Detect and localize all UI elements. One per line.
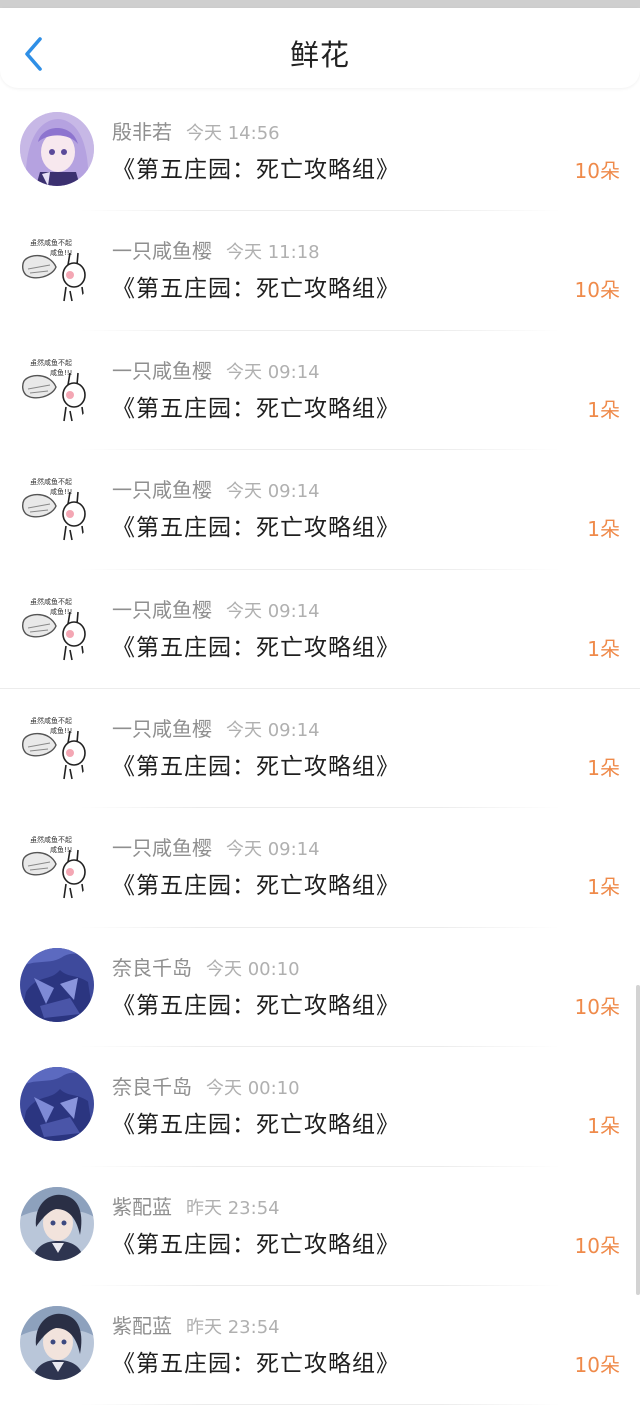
timestamp: 今天 09:14 (226, 361, 320, 383)
book-title[interactable]: 《第五庄园：死亡攻略组》 (112, 269, 400, 303)
timestamp: 今天 00:10 (206, 958, 300, 980)
book-title[interactable]: 《第五庄园：死亡攻略组》 (112, 747, 400, 781)
user-name: 一只咸鱼樱 今天 09:14 (112, 597, 320, 622)
avatar[interactable]: 虽然咸鱼不起 咸鱼!!! (20, 828, 94, 903)
book-title[interactable]: 《第五庄园：死亡攻略组》 (112, 150, 400, 184)
flower-count: 10朵 (574, 1352, 620, 1377)
flower-record-row[interactable]: 虽然咸鱼不起 咸鱼!!! 一只咸鱼樱 今天 09:14 《第五庄园：死亡攻略组》 1朵 (0, 570, 640, 690)
flower-count: 10朵 (574, 278, 620, 303)
book-title[interactable]: 《第五庄园：死亡攻略组》 (112, 389, 400, 423)
flower-count: 10朵 (574, 1233, 620, 1258)
avatar[interactable] (20, 112, 94, 186)
svg-text:虽然咸鱼不起: 虽然咸鱼不起 (30, 477, 72, 486)
book-title[interactable]: 《第五庄园：死亡攻略组》 (112, 866, 400, 900)
timestamp: 今天 09:14 (226, 839, 320, 861)
user-name: 一只咸鱼樱 今天 09:14 (112, 716, 320, 741)
flower-list: 殷非若 今天 14:56 《第五庄园：死亡攻略组》 10朵 虽然咸鱼不起 咸鱼!!! 一只咸… (0, 92, 640, 1406)
book-title[interactable]: 《第五庄园：死亡攻略组》 (112, 1344, 400, 1378)
avatar[interactable]: 虽然咸鱼不起 咸鱼!!! (20, 231, 94, 306)
avatar[interactable]: 虽然咸鱼不起 咸鱼!!! (20, 708, 94, 783)
timestamp: 今天 00:10 (206, 1078, 300, 1100)
user-name: 一只咸鱼樱 今天 09:14 (112, 836, 320, 861)
flower-record-row[interactable]: 虽然咸鱼不起 咸鱼!!! 一只咸鱼樱 今天 09:14 《第五庄园：死亡攻略组》 1朵 (0, 331, 640, 451)
flower-count: 1朵 (587, 517, 620, 542)
flower-record-row[interactable]: 紫配蓝 昨天 23:54 《第五庄园：死亡攻略组》 10朵 (0, 1286, 640, 1406)
flower-record-row[interactable]: 殷非若 今天 14:56 《第五庄园：死亡攻略组》 10朵 (0, 92, 640, 212)
timestamp: 昨天 23:54 (186, 1316, 280, 1338)
flower-count: 1朵 (587, 755, 620, 780)
status-strip (0, 0, 640, 8)
flower-count: 1朵 (587, 397, 620, 422)
book-title[interactable]: 《第五庄园：死亡攻略组》 (112, 1225, 400, 1259)
book-title[interactable]: 《第五庄园：死亡攻略组》 (112, 628, 400, 662)
user-name: 一只咸鱼樱 今天 11:18 (112, 239, 320, 264)
book-title[interactable]: 《第五庄园：死亡攻略组》 (112, 508, 400, 542)
timestamp: 今天 14:56 (186, 123, 280, 144)
timestamp: 今天 11:18 (226, 242, 320, 264)
book-title[interactable]: 《第五庄园：死亡攻略组》 (112, 986, 400, 1020)
avatar[interactable]: 虽然咸鱼不起 咸鱼!!! (20, 350, 94, 425)
scrollbar[interactable] (636, 985, 640, 1295)
avatar[interactable]: 虽然咸鱼不起 咸鱼!!! (20, 589, 94, 664)
flower-record-row[interactable]: 紫配蓝 昨天 23:54 《第五庄园：死亡攻略组》 10朵 (0, 1167, 640, 1287)
page-title: 鲜花 (289, 38, 350, 72)
flower-count: 10朵 (574, 159, 620, 183)
timestamp: 今天 09:14 (226, 719, 320, 741)
flower-record-row[interactable]: 奈良千岛 今天 00:10 《第五庄园：死亡攻略组》 10朵 (0, 928, 640, 1048)
user-name: 奈良千岛 今天 00:10 (112, 955, 300, 980)
avatar[interactable]: 虽然咸鱼不起 咸鱼!!! (20, 470, 94, 545)
svg-text:虽然咸鱼不起: 虽然咸鱼不起 (30, 716, 72, 725)
flower-record-row[interactable]: 虽然咸鱼不起 咸鱼!!! 一只咸鱼樱 今天 09:14 《第五庄园：死亡攻略组》 1朵 (0, 450, 640, 570)
user-name: 紫配蓝 昨天 23:54 (112, 1194, 280, 1219)
user-name: 一只咸鱼樱 今天 09:14 (112, 478, 320, 503)
avatar[interactable] (20, 1067, 94, 1142)
timestamp: 今天 09:14 (226, 600, 320, 622)
flower-count: 1朵 (587, 636, 620, 661)
timestamp: 昨天 23:54 (186, 1197, 280, 1219)
flower-record-row[interactable]: 虽然咸鱼不起 咸鱼!!! 一只咸鱼樱 今天 11:18 《第五庄园：死亡攻略组》 10朵 (0, 211, 640, 332)
flower-record-row[interactable]: 奈良千岛 今天 00:10 《第五庄园：死亡攻略组》 1朵 (0, 1047, 640, 1167)
user-name: 一只咸鱼樱 今天 09:14 (112, 358, 320, 383)
user-name: 殷非若 今天 14:56 (112, 120, 280, 144)
flower-count: 10朵 (574, 994, 620, 1019)
flower-count: 1朵 (587, 875, 620, 900)
svg-text:虽然咸鱼不起: 虽然咸鱼不起 (30, 597, 72, 606)
svg-text:虽然咸鱼不起: 虽然咸鱼不起 (30, 238, 72, 247)
avatar[interactable] (20, 1186, 94, 1261)
svg-text:虽然咸鱼不起: 虽然咸鱼不起 (30, 835, 72, 844)
flower-count: 1朵 (587, 1114, 620, 1139)
flower-record-row[interactable]: 虽然咸鱼不起 咸鱼!!! 一只咸鱼樱 今天 09:14 《第五庄园：死亡攻略组》 1朵 (0, 808, 640, 929)
timestamp: 今天 09:14 (226, 481, 320, 503)
avatar[interactable] (20, 1305, 94, 1380)
svg-text:虽然咸鱼不起: 虽然咸鱼不起 (30, 358, 72, 367)
flower-record-row[interactable]: 虽然咸鱼不起 咸鱼!!! 一只咸鱼樱 今天 09:14 《第五庄园：死亡攻略组》 1朵 (0, 689, 640, 809)
user-name: 奈良千岛 今天 00:10 (112, 1075, 300, 1100)
user-name: 紫配蓝 昨天 23:54 (112, 1313, 280, 1338)
header-bar: 鲜花 (0, 8, 640, 88)
avatar[interactable] (20, 947, 94, 1022)
book-title[interactable]: 《第五庄园：死亡攻略组》 (112, 1105, 400, 1139)
